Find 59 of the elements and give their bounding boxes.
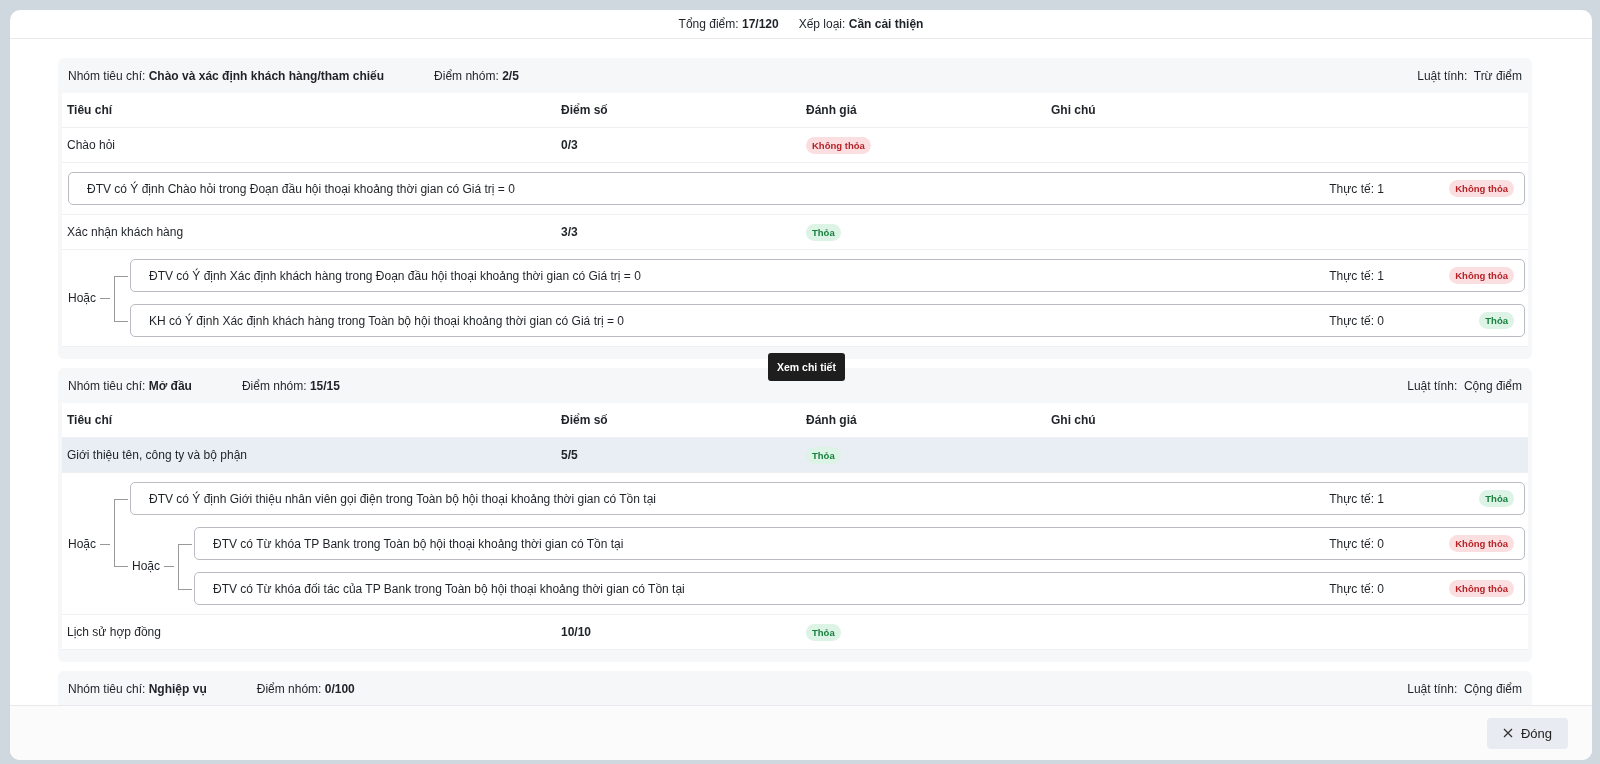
condition-text: ĐTV có Ý định Giới thiệu nhân viên gọi điện trong Toàn bộ hội thoại khoảng thời gian có Tồn tại [149, 491, 657, 506]
column-header: Điểm số [561, 103, 609, 117]
status-badge: Thỏa [806, 223, 841, 241]
status-badge: Không thỏa [1449, 535, 1514, 552]
criterion-row[interactable]: Xác nhận khách hàng 3/3 Thỏa [62, 215, 1528, 250]
close-icon [1502, 728, 1513, 738]
actual-value: Thực tế: 0 [1329, 536, 1384, 551]
column-header: Ghi chú [1051, 413, 1097, 427]
status-badge: Không thỏa [1449, 580, 1514, 597]
criterion-row[interactable]: Giới thiệu tên, công ty và bộ phận 5/5 Thỏa [62, 438, 1528, 473]
criterion-row[interactable]: Lịch sử hợp đồng 10/10 Thỏa [62, 615, 1528, 650]
condition-text: ĐTV có Ý định Chào hỏi trong Đoạn đầu hội thoại khoảng thời gian có Giá trị = 0 [87, 181, 516, 196]
group-score: Điểm nhóm: 0/100 [256, 681, 355, 696]
tooltip: Xem chi tiết [768, 353, 845, 381]
actual-value: Thực tế: 1 [1329, 181, 1384, 196]
column-header: Đánh giá [806, 103, 858, 117]
criterion-score: 5/5 [561, 448, 579, 462]
criterion-row[interactable]: Chào hỏi 0/3 Không thỏa [62, 128, 1528, 163]
status-badge: Thỏa [806, 623, 841, 641]
criterion-score: 3/3 [561, 225, 579, 239]
status-badge: Không thỏa [806, 136, 871, 154]
status-badge: Thỏa [1479, 490, 1514, 507]
status-badge: Thỏa [806, 446, 841, 464]
scoring-rule: Luật tính: Cộng điểm [1407, 378, 1522, 393]
condition-text: ĐTV có Từ khóa TP Bank trong Toàn bộ hội thoại khoảng thời gian có Tồn tại [213, 536, 625, 551]
group-name: Nhóm tiêu chí: Nghiệp vụ [68, 681, 207, 696]
group-name: Nhóm tiêu chí: Mở đầu [68, 378, 192, 393]
scoring-rule: Luật tính: Trừ điểm [1417, 68, 1522, 83]
close-button[interactable]: Đóng [1486, 717, 1568, 749]
status-badge: Không thỏa [1449, 180, 1514, 197]
rank-label: Xếp loại: Cần cải thiện [798, 17, 924, 31]
actual-value: Thực tế: 1 [1329, 491, 1384, 506]
condition-text: KH có Ý định Xác định khách hàng trong Toàn bộ hội thoại khoảng thời gian có Giá trị = 0 [149, 313, 625, 328]
criterion-name: Lịch sử hợp đồng [67, 625, 162, 639]
criterion-name: Xác nhận khách hàng [67, 225, 185, 239]
condition-text: ĐTV có Từ khóa đối tác của TP Bank trong Toàn bộ hội thoại khoảng thời gian có Tồn tại [213, 581, 686, 596]
operator-label: Hoặc [68, 291, 114, 305]
scoring-rule: Luật tính: Cộng điểm [1407, 681, 1522, 696]
group-name: Nhóm tiêu chí: Chào và xác định khách hàng/tham chiếu [68, 68, 385, 83]
actual-value: Thực tế: 0 [1329, 313, 1384, 328]
actual-value: Thực tế: 0 [1329, 581, 1384, 596]
condition-text: ĐTV có Ý định Xác định khách hàng trong Đoạn đầu hội thoại khoảng thời gian có Giá trị = 0 [149, 268, 642, 283]
total-score: Tổng điểm: 17/120 [678, 17, 779, 31]
operator-label: Hoặc [68, 536, 114, 551]
column-header: Đánh giá [806, 413, 858, 427]
group-score: Điểm nhóm: 15/15 [241, 378, 340, 393]
criterion-name: Chào hỏi [67, 138, 117, 152]
status-badge: Thỏa [1479, 312, 1514, 329]
actual-value: Thực tế: 1 [1329, 268, 1384, 283]
column-header: Tiêu chí [67, 103, 114, 117]
group-score: Điểm nhóm: 2/5 [434, 68, 519, 83]
operator-label: Hoặc [130, 559, 179, 573]
criterion-score: 10/10 [561, 625, 593, 639]
status-badge: Không thỏa [1449, 267, 1514, 284]
criterion-name: Giới thiệu tên, công ty và bộ phận [67, 448, 248, 462]
column-header: Ghi chú [1051, 103, 1097, 117]
criterion-score: 0/3 [561, 138, 579, 152]
column-header: Tiêu chí [67, 413, 114, 427]
column-header: Điểm số [561, 413, 609, 427]
